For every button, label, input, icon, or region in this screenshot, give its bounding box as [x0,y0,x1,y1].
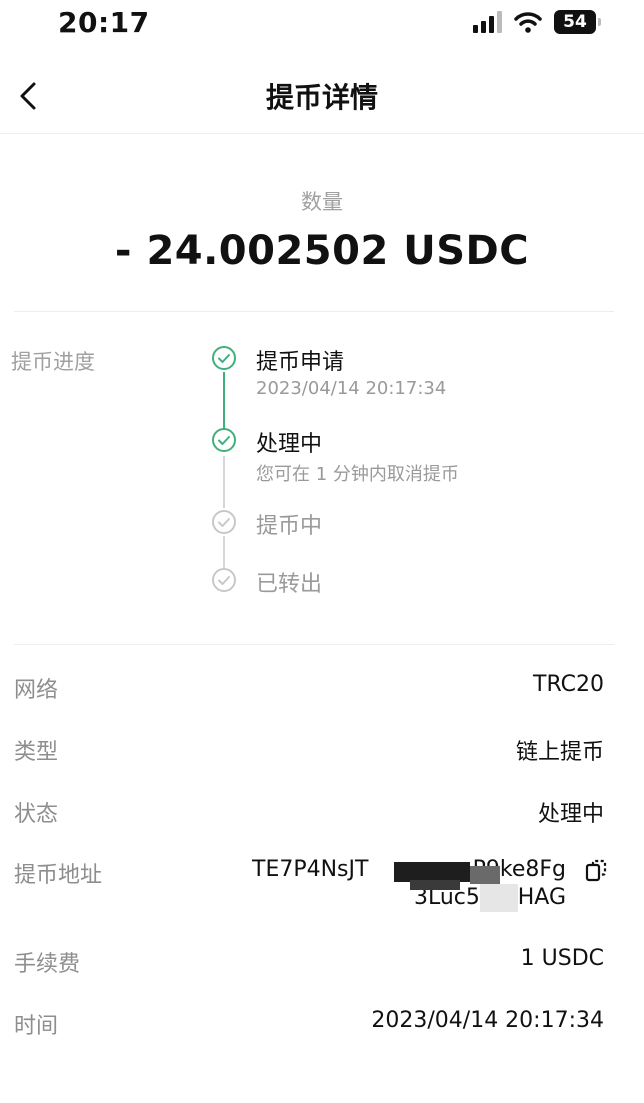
address-line2-end: HAG [517,885,566,910]
network-value: TRC20 [533,672,604,697]
page-title: 提币详情 [265,81,378,114]
redaction-mask [410,880,460,890]
check-circle-icon [212,568,236,592]
status-label: 状态 [14,802,59,827]
nav-bar: 提币详情 [0,58,644,134]
copy-icon[interactable] [584,858,610,884]
divider [14,644,614,645]
wifi-icon [514,12,542,33]
amount-value: - 24.002502 USDC [114,228,530,274]
redaction-mask [480,884,518,912]
status-time: 20:17 [58,6,150,39]
progress-steps: 提币申请 2023/04/14 20:17:34 处理中 您可在 1 分钟内取消… [210,340,610,610]
check-circle-icon [212,346,236,370]
step-subtitle: 2023/04/14 20:17:34 [256,378,447,399]
amount-label: 数量 [301,190,343,214]
divider [14,311,614,312]
type-value: 链上提币 [515,740,604,765]
status-icons: 54 [473,10,601,34]
fee-value: 1 USDC [520,946,604,971]
check-circle-icon [212,510,236,534]
status-bar: 20:17 54 [0,0,644,50]
status-value: 处理中 [537,802,604,827]
step-title: 提币中 [256,514,323,539]
time-label: 时间 [14,1014,59,1039]
progress-line-pending [223,536,225,570]
battery-icon: 54 [554,10,601,34]
type-label: 类型 [14,740,59,765]
fee-label: 手续费 [14,952,81,977]
step-title: 已转出 [256,572,323,597]
time-value: 2023/04/14 20:17:34 [371,1008,604,1033]
step-title: 提币申请 [256,350,345,375]
step-title: 处理中 [256,432,323,457]
address-label: 提币地址 [14,863,103,888]
check-circle-icon [212,428,236,452]
network-label: 网络 [14,678,59,703]
progress-label: 提币进度 [11,350,95,374]
progress-line-pending [223,456,225,508]
step-subtitle: 您可在 1 分钟内取消提币 [256,464,459,485]
address-line1-start: TE7P4NsJT [252,857,369,882]
redaction-mask [394,862,470,882]
cellular-signal-icon [473,11,502,33]
redaction-mask [470,866,500,884]
